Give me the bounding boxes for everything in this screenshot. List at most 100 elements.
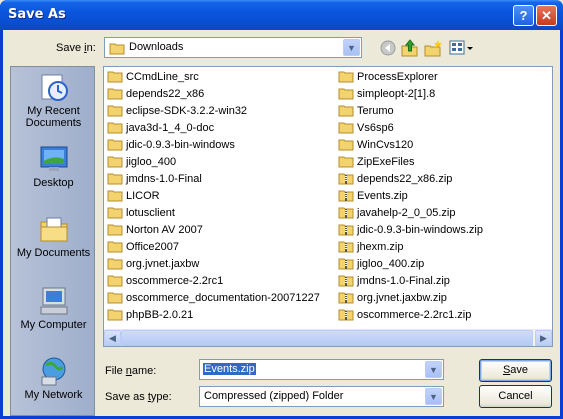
folder-item[interactable]: oscommerce_documentation-20071227 xyxy=(107,290,320,307)
place-my-computer[interactable]: My Computer xyxy=(11,285,96,331)
file-item[interactable]: jigloo_400.zip xyxy=(338,256,424,273)
cancel-button[interactable]: Cancel xyxy=(479,385,552,408)
close-button[interactable]: ✕ xyxy=(536,5,557,26)
save-as-type-label-prefix: Save as xyxy=(105,391,148,403)
file-item[interactable]: Events.zip xyxy=(338,188,408,205)
save-as-type-label-suffix: ype: xyxy=(150,391,172,403)
place-my-documents[interactable]: My Documents xyxy=(11,213,96,259)
views-menu-icon[interactable] xyxy=(448,38,474,58)
folder-item[interactable]: LICOR xyxy=(107,188,160,205)
file-name-text: jmdns-1.0-Final xyxy=(126,173,202,185)
folder-item[interactable]: eclipse-SDK-3.2.2-win32 xyxy=(107,103,247,120)
file-item[interactable]: oscommerce-2.2rc1.zip xyxy=(338,307,471,324)
file-name-input[interactable]: Events.zip ▼ xyxy=(199,359,444,380)
save-in-label-prefix: Save xyxy=(56,42,85,54)
save-button[interactable]: Save xyxy=(479,359,552,382)
folder-item[interactable]: Office2007 xyxy=(107,239,179,256)
place-desktop[interactable]: Desktop xyxy=(11,143,96,189)
folder-icon xyxy=(107,69,123,83)
folder-icon xyxy=(107,137,123,151)
title-bar[interactable]: Save As ? ✕ xyxy=(0,0,563,30)
folder-item[interactable]: ProcessExplorer xyxy=(338,69,438,86)
scrollbar-thumb[interactable] xyxy=(121,330,533,346)
file-name-text: jdic-0.9.3-bin-windows.zip xyxy=(357,224,483,236)
file-item[interactable]: jhexm.zip xyxy=(338,239,403,256)
save-as-type-value: Compressed (zipped) Folder xyxy=(204,390,344,402)
zip-folder-icon xyxy=(338,188,354,202)
folder-icon xyxy=(107,290,123,304)
chevron-down-icon[interactable]: ▼ xyxy=(343,39,360,56)
folder-icon xyxy=(107,103,123,117)
zip-folder-icon xyxy=(338,239,354,253)
folder-item[interactable]: Vs6sp6 xyxy=(338,120,394,137)
zip-folder-icon xyxy=(338,307,354,321)
scroll-left-button[interactable]: ◀ xyxy=(104,330,121,346)
folder-item[interactable]: CCmdLine_src xyxy=(107,69,199,86)
scroll-right-button[interactable]: ▶ xyxy=(535,330,552,346)
up-folder-icon[interactable] xyxy=(400,38,420,58)
place-my-recent-documents[interactable]: My Recent Documents xyxy=(11,71,96,129)
folder-item[interactable]: Norton AV 2007 xyxy=(107,222,203,239)
save-in-dropdown[interactable]: Downloads ▼ xyxy=(104,37,362,58)
chevron-down-icon[interactable]: ▼ xyxy=(425,361,442,378)
place-label: My Recent Documents xyxy=(25,105,82,129)
file-name-text: jigloo_400 xyxy=(126,156,177,168)
file-name-text: ZipExeFiles xyxy=(357,156,415,168)
dialog-body: Save in: Downloads ▼ My Recent Documents… xyxy=(3,30,560,416)
file-item[interactable]: jmdns-1.0-Final.zip xyxy=(338,273,450,290)
file-name-text: ProcessExplorer xyxy=(357,71,438,83)
folder-item[interactable]: Terumo xyxy=(338,103,394,120)
file-list[interactable]: CCmdLine_src depends22_x86 eclipse-SDK-3.2… xyxy=(103,66,553,347)
file-name-text: WinCvs120 xyxy=(357,139,414,151)
file-name-text: depends22_x86 xyxy=(126,88,205,100)
my-documents-icon xyxy=(38,213,70,245)
folder-icon xyxy=(107,188,123,202)
file-name-text: lotusclient xyxy=(126,207,175,219)
save-button-label: ave xyxy=(510,364,529,376)
folder-icon xyxy=(107,239,123,253)
place-label: Desktop xyxy=(33,177,74,189)
folder-item[interactable]: simpleopt-2[1].8 xyxy=(338,86,435,103)
new-folder-icon[interactable] xyxy=(423,38,443,58)
file-name-label-prefix: File xyxy=(105,365,126,377)
save-in-label-suffix: n: xyxy=(86,42,96,54)
file-item[interactable]: org.jvnet.jaxbw.zip xyxy=(338,290,447,307)
folder-item[interactable]: jmdns-1.0-Final xyxy=(107,171,202,188)
folder-item[interactable]: phpBB-2.0.21 xyxy=(107,307,193,324)
folder-item[interactable]: jdic-0.9.3-bin-windows xyxy=(107,137,235,154)
chevron-down-icon[interactable]: ▼ xyxy=(425,388,442,405)
folder-icon xyxy=(338,120,354,134)
file-item[interactable]: depends22_x86.zip xyxy=(338,171,452,188)
place-my-network[interactable]: My Network xyxy=(11,355,96,401)
save-as-type-dropdown[interactable]: Compressed (zipped) Folder ▼ xyxy=(199,386,444,407)
folder-item[interactable]: WinCvs120 xyxy=(338,137,413,154)
zip-folder-icon xyxy=(338,205,354,219)
zip-folder-icon xyxy=(338,222,354,236)
folder-item[interactable]: lotusclient xyxy=(107,205,175,222)
folder-icon xyxy=(338,154,354,168)
folder-item[interactable]: depends22_x86 xyxy=(107,86,204,103)
horizontal-scrollbar[interactable]: ◀ ▶ xyxy=(104,329,552,346)
file-name-text: LICOR xyxy=(126,190,160,202)
back-icon[interactable] xyxy=(378,38,398,58)
folder-item[interactable]: ZipExeFiles xyxy=(338,154,414,171)
folder-item[interactable]: java3d-1_4_0-doc xyxy=(107,120,214,137)
save-as-type-label: Save as type: xyxy=(105,391,172,403)
folder-item[interactable]: oscommerce-2.2rc1 xyxy=(107,273,223,290)
file-name-text: jdic-0.9.3-bin-windows xyxy=(126,139,235,151)
file-item[interactable]: jdic-0.9.3-bin-windows.zip xyxy=(338,222,483,239)
file-name-text: jmdns-1.0-Final.zip xyxy=(357,275,450,287)
file-name-text: oscommerce_documentation-20071227 xyxy=(126,292,320,304)
folder-icon xyxy=(338,103,354,117)
file-item[interactable]: javahelp-2_0_05.zip xyxy=(338,205,455,222)
folder-icon xyxy=(338,137,354,151)
folder-icon xyxy=(109,41,125,55)
folder-item[interactable]: org.jvnet.jaxbw xyxy=(107,256,199,273)
file-name-text: jigloo_400.zip xyxy=(357,258,425,270)
zip-folder-icon xyxy=(338,273,354,287)
folder-icon xyxy=(107,171,123,185)
folder-icon xyxy=(107,307,123,321)
help-button[interactable]: ? xyxy=(513,5,534,26)
file-name-value[interactable]: Events.zip xyxy=(203,363,256,375)
folder-item[interactable]: jigloo_400 xyxy=(107,154,176,171)
